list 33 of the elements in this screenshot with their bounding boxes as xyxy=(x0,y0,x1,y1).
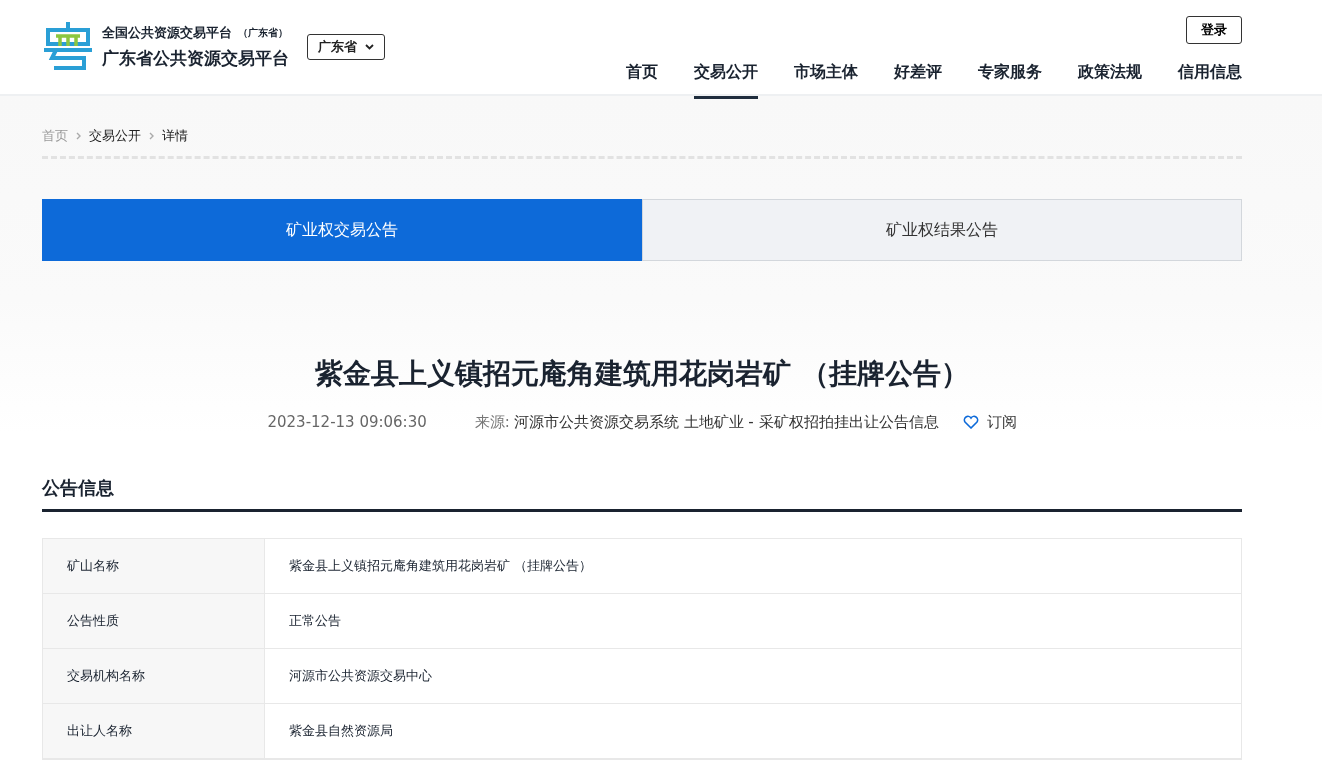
field-label: 公告性质 xyxy=(43,594,265,648)
platform-title: 广东省公共资源交易平台 xyxy=(102,47,289,70)
chevron-right-icon xyxy=(149,131,154,140)
article-title: 紫金县上义镇招元庵角建筑用花岗岩矿 （挂牌公告） xyxy=(314,355,970,392)
nav-link[interactable]: 信用信息 xyxy=(1178,59,1242,99)
field-value: 紫金县上义镇招元庵角建筑用花岗岩矿 （挂牌公告） xyxy=(288,557,593,576)
tab[interactable]: 矿业权交易公告 xyxy=(42,198,642,261)
field-value: 河源市公共资源交易中心 xyxy=(288,667,432,686)
nav-link[interactable]: 专家服务 xyxy=(978,59,1042,99)
nav-link[interactable]: 市场主体 xyxy=(794,59,858,99)
nav-link[interactable]: 政策法规 xyxy=(1078,59,1142,99)
province-note: （广东省） xyxy=(238,25,288,40)
tab[interactable]: 矿业权结果公告 xyxy=(642,198,1242,261)
chevron-down-icon xyxy=(365,44,374,50)
heart-icon xyxy=(962,414,979,429)
platform-subtitle: 全国公共资源交易平台 xyxy=(102,23,232,42)
source-label: 来源: xyxy=(474,411,510,433)
nav-link[interactable]: 首页 xyxy=(626,59,658,99)
field-value: 紫金县自然资源局 xyxy=(288,722,393,741)
field-value: 正常公告 xyxy=(288,612,341,631)
login-button[interactable]: 登录 xyxy=(1186,16,1242,44)
breadcrumb-current: 详情 xyxy=(162,127,188,145)
breadcrumb-link[interactable]: 交易公开 xyxy=(89,126,141,146)
subscribe-link[interactable]: 订阅 xyxy=(962,410,1017,433)
publish-date: 2023-12-13 09:06:30 xyxy=(267,411,427,433)
region-dropdown[interactable]: 广东省 xyxy=(307,34,385,60)
field-label: 交易机构名称 xyxy=(43,649,265,703)
field-label: 出让人名称 xyxy=(43,704,265,758)
chevron-right-icon xyxy=(76,131,81,140)
section-title: 公告信息 xyxy=(42,434,1242,512)
nav-link[interactable]: 好差评 xyxy=(894,59,942,99)
field-label: 矿山名称 xyxy=(43,539,265,593)
source-text: 河源市公共资源交易系统 土地矿业 - 采矿权招拍挂出让公告信息 xyxy=(513,411,939,433)
